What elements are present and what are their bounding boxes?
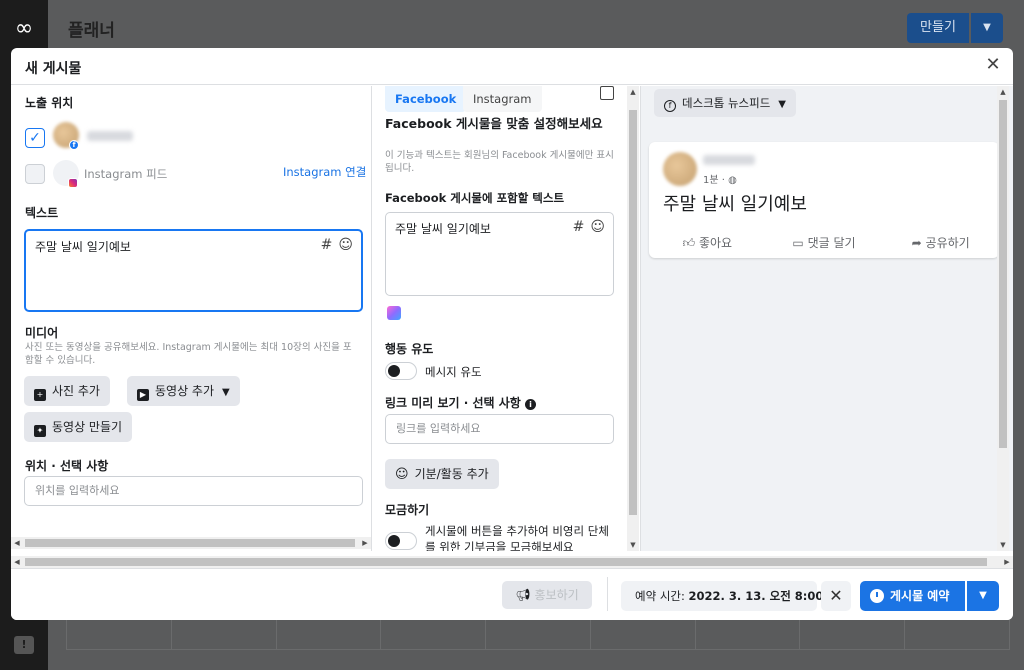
- add-photo-button[interactable]: + 사진 추가: [24, 376, 110, 406]
- emoji-icon[interactable]: ☺: [590, 219, 605, 235]
- compose-horizontal-scrollbar[interactable]: ◀ ▶: [11, 537, 371, 549]
- ai-assistant-icon[interactable]: [387, 306, 401, 320]
- modal-header: 새 게시물 ✕: [11, 48, 1013, 85]
- schedule-post-button[interactable]: 게시물 예약: [860, 581, 965, 611]
- globe-icon: ◍: [728, 175, 737, 186]
- like-button[interactable]: 👍︎ 좋아요: [649, 230, 766, 256]
- schedule-dropdown-button[interactable]: ▼: [967, 581, 999, 611]
- add-video-button[interactable]: ▶ 동영상 추가 ▼: [127, 376, 240, 406]
- info-icon: i: [525, 399, 537, 410]
- schedule-time-field[interactable]: 예약 시간: 2022. 3. 13. 오전 8:00: [621, 581, 823, 611]
- chevron-down-icon: ▼: [222, 387, 230, 398]
- fundraise-toggle[interactable]: [385, 532, 417, 550]
- photo-add-icon: +: [34, 389, 46, 401]
- post-text-value: 주말 날씨 일기예보: [35, 240, 131, 254]
- meta-logo-icon[interactable]: ∞: [8, 18, 40, 40]
- customize-description: 이 기능과 텍스트는 회원님의 Facebook 게시물에만 표시됩니다.: [385, 150, 614, 174]
- location-input[interactable]: 위치를 입력하세요: [24, 476, 363, 506]
- hashtag-icon[interactable]: #: [321, 237, 333, 253]
- preview-avatar: [663, 152, 697, 186]
- calendar-grid: [66, 620, 1011, 670]
- post-actions: 👍︎ 좋아요 ▭ 댓글 달기 ➦ 공유하기: [649, 230, 999, 256]
- create-dropdown-button[interactable]: ▼: [971, 13, 1003, 43]
- facebook-text-area[interactable]: 주말 날씨 일기예보 # ☺: [385, 212, 614, 296]
- customize-vertical-scrollbar[interactable]: ▲ ▼: [627, 86, 639, 551]
- tab-instagram[interactable]: Instagram: [463, 86, 542, 112]
- emoji-icon[interactable]: ☺: [338, 237, 353, 253]
- fundraise-label: 모금하기: [385, 503, 430, 517]
- post-time: 1분 · ◍: [703, 175, 737, 186]
- facebook-text-value: 주말 날씨 일기예보: [395, 222, 491, 236]
- hashtag-icon[interactable]: #: [573, 219, 585, 235]
- megaphone-icon: 📢︎: [515, 588, 531, 602]
- footer-divider: [607, 577, 608, 611]
- boost-button: 📢︎ 홍보하기: [502, 581, 592, 609]
- facebook-icon: f: [664, 100, 676, 112]
- clear-schedule-icon[interactable]: ✕: [821, 581, 851, 611]
- smile-icon: ☺: [395, 467, 409, 482]
- make-video-button[interactable]: ✦ 동영상 만들기: [24, 412, 133, 442]
- close-icon[interactable]: ✕: [983, 56, 1003, 76]
- include-text-label: Facebook 게시물에 포함할 텍스트: [385, 191, 565, 205]
- message-cta-toggle[interactable]: [385, 362, 417, 380]
- text-label: 텍스트: [25, 206, 59, 220]
- link-preview-label: 링크 미리 보기 · 선택 사항 i: [385, 394, 537, 411]
- facebook-page-checkbox[interactable]: ✓: [25, 128, 45, 148]
- post-preview-card: 1분 · ◍ 주말 날씨 일기예보 👍︎ 좋아요 ▭ 댓글 달기 ➦ 공유하기: [649, 142, 999, 258]
- video-create-icon: ✦: [34, 425, 46, 437]
- preview-post-text: 주말 날씨 일기예보: [663, 194, 807, 215]
- preview-placement-dropdown[interactable]: f 데스크톱 뉴스피드 ▼: [654, 89, 796, 117]
- media-label: 미디어: [25, 326, 59, 340]
- schedule-time-value: 2022. 3. 13. 오전 8:00: [688, 589, 824, 603]
- clock-icon: [870, 589, 884, 603]
- fundraise-description: 게시물에 버튼을 추가하여 비영리 단체를 위한 기부금을 모금해보세요: [425, 524, 609, 551]
- customize-column: Facebook Instagram Facebook 게시물을 맞춤 설정해보…: [371, 86, 641, 551]
- video-icon: ▶: [137, 389, 149, 401]
- placement-label: 노출 위치: [25, 96, 74, 110]
- preview-page-name-blurred: [703, 155, 755, 165]
- customize-title: Facebook 게시물을 맞춤 설정해보세요: [385, 116, 603, 131]
- modal-footer: 📢︎ 홍보하기 예약 시간: 2022. 3. 13. 오전 8:00 ✕ 게시물…: [11, 568, 1013, 620]
- facebook-badge-icon: f: [69, 140, 79, 150]
- location-label: 위치 · 선택 사항: [25, 459, 109, 473]
- page-name-blurred: [87, 131, 133, 141]
- cta-label: 행동 유도: [385, 342, 434, 356]
- modal-title: 새 게시물: [25, 61, 82, 77]
- comment-icon: ▭: [792, 236, 804, 250]
- instagram-connect-link[interactable]: Instagram 연결: [283, 164, 366, 180]
- alert-icon[interactable]: !: [14, 636, 34, 654]
- create-button[interactable]: 만들기: [907, 13, 969, 43]
- instagram-feed-label: Instagram 피드: [84, 167, 168, 181]
- new-post-modal: 새 게시물 ✕ 노출 위치 ✓ f Instagram 피드 Instagram…: [11, 48, 1013, 620]
- like-icon: 👍︎: [682, 236, 696, 250]
- preview-vertical-scrollbar[interactable]: ▲ ▼: [997, 86, 1009, 551]
- page-title: 플래너: [68, 21, 115, 41]
- chevron-down-icon: ▼: [778, 99, 786, 110]
- modal-horizontal-scrollbar[interactable]: ◀ ▶: [11, 556, 1013, 568]
- feeling-activity-button[interactable]: ☺ 기분/활동 추가: [385, 459, 499, 489]
- message-cta-label: 메시지 유도: [425, 365, 482, 379]
- post-text-area[interactable]: 주말 날씨 일기예보 # ☺: [24, 229, 363, 312]
- media-description: 사진 또는 동영상을 공유해보세요. Instagram 게시물에는 최대 10…: [25, 342, 352, 366]
- tab-facebook[interactable]: Facebook: [385, 86, 467, 112]
- share-button[interactable]: ➦ 공유하기: [882, 230, 999, 256]
- instagram-badge-icon: [68, 178, 78, 188]
- instagram-checkbox[interactable]: [25, 164, 45, 184]
- comment-button[interactable]: ▭ 댓글 달기: [766, 230, 883, 256]
- share-icon: ➦: [911, 236, 922, 250]
- split-panel-icon[interactable]: [600, 86, 614, 100]
- compose-column: 노출 위치 ✓ f Instagram 피드 Instagram 연결 텍스트 …: [11, 86, 371, 551]
- link-input[interactable]: 링크를 입력하세요: [385, 414, 614, 444]
- preview-column: f 데스크톱 뉴스피드 ▼ 1분 · ◍ 주말 날씨 일기예보 👍︎ 좋아요 ▭ 댓…: [641, 86, 1013, 551]
